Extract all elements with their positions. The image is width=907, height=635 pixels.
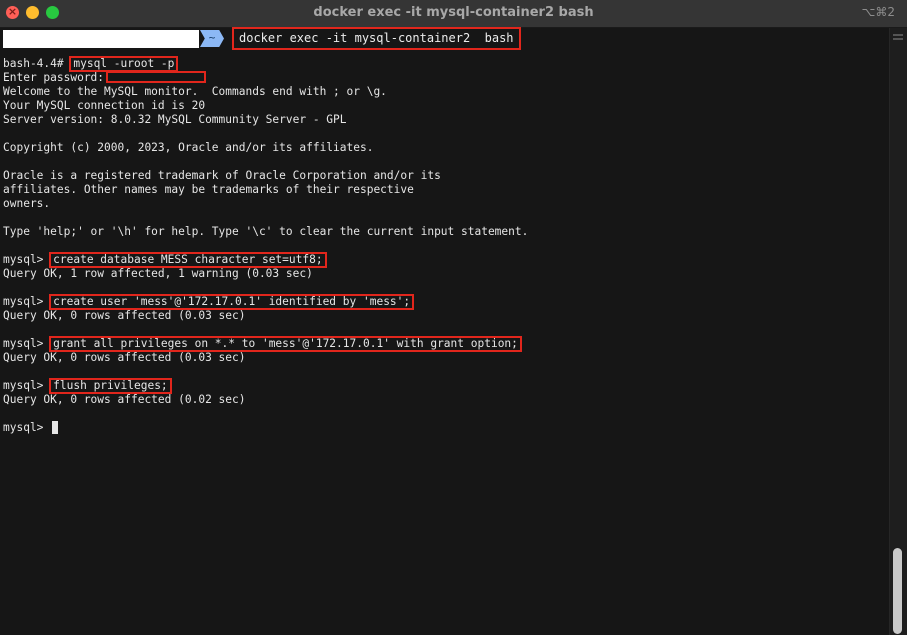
connection-id-line: Your MySQL connection id is 20 — [3, 99, 206, 112]
title-bar: docker exec -it mysql-container2 bash ⌥⌘… — [0, 0, 907, 28]
highlighted-sql-command: flush privileges; — [49, 378, 172, 394]
terminal-output[interactable]: bash-4.4# mysql -uroot -p Enter password… — [3, 56, 883, 435]
password-line: Enter password: — [3, 71, 883, 85]
highlighted-docker-command: docker exec -it mysql-container2 bash — [232, 27, 521, 50]
highlighted-sql-command: grant all privileges on *.* to 'mess'@'1… — [49, 336, 522, 352]
copyright-line: Copyright (c) 2000, 2023, Oracle and/or … — [3, 141, 374, 154]
scroll-mark — [893, 38, 903, 40]
redacted-hostname — [3, 30, 199, 48]
query-result-line: Query OK, 0 rows affected (0.02 sec) — [3, 393, 246, 406]
mysql-prompt: mysql> — [3, 253, 51, 266]
redacted-password-box — [106, 71, 207, 83]
command-line: mysql> create user 'mess'@'172.17.0.1' i… — [3, 294, 883, 310]
window-shortcut: ⌥⌘2 — [861, 5, 895, 19]
trademark-line: Oracle is a registered trademark of Orac… — [3, 169, 441, 182]
server-version-line: Server version: 8.0.32 MySQL Community S… — [3, 113, 347, 126]
trademark-line: affiliates. Other names may be trademark… — [3, 183, 414, 196]
active-prompt-line[interactable]: mysql> — [3, 420, 883, 435]
terminal-window: docker exec -it mysql-container2 bash ⌥⌘… — [0, 0, 907, 635]
trademark-line: owners. — [3, 197, 51, 210]
help-line: Type 'help;' or '\h' for help. Type '\c'… — [3, 225, 529, 238]
scrollbar-thumb[interactable] — [893, 548, 902, 634]
welcome-line: Welcome to the MySQL monitor. Commands e… — [3, 85, 387, 98]
command-line: mysql> create database MESS character se… — [3, 252, 883, 268]
highlighted-sql-command: create user 'mess'@'172.17.0.1' identifi… — [49, 294, 415, 310]
scroll-mark — [893, 34, 903, 36]
bash-prompt: bash-4.4# — [3, 57, 71, 70]
mysql-prompt: mysql> — [3, 295, 51, 308]
query-result-line: Query OK, 1 row affected, 1 warning (0.0… — [3, 267, 313, 280]
query-result-line: Query OK, 0 rows affected (0.03 sec) — [3, 351, 246, 364]
mysql-prompt: mysql> — [3, 421, 51, 434]
window-title: docker exec -it mysql-container2 bash — [313, 5, 594, 20]
command-line: mysql> flush privileges; — [3, 378, 883, 394]
mysql-prompt: mysql> — [3, 379, 51, 392]
highlighted-sql-command: create database MESS character set=utf8; — [49, 252, 327, 268]
vertical-scrollbar[interactable] — [889, 28, 907, 635]
password-prompt: Enter password: — [3, 71, 105, 84]
mysql-prompt: mysql> — [3, 337, 51, 350]
login-line: bash-4.4# mysql -uroot -p — [3, 56, 883, 72]
command-line: mysql> grant all privileges on *.* to 'm… — [3, 336, 883, 352]
scroll-marks — [893, 34, 903, 42]
highlighted-login-command: mysql -uroot -p — [69, 56, 179, 72]
text-cursor — [52, 420, 59, 434]
prompt-path-segment: ~ — [200, 30, 224, 47]
query-result-line: Query OK, 0 rows affected (0.03 sec) — [3, 309, 246, 322]
